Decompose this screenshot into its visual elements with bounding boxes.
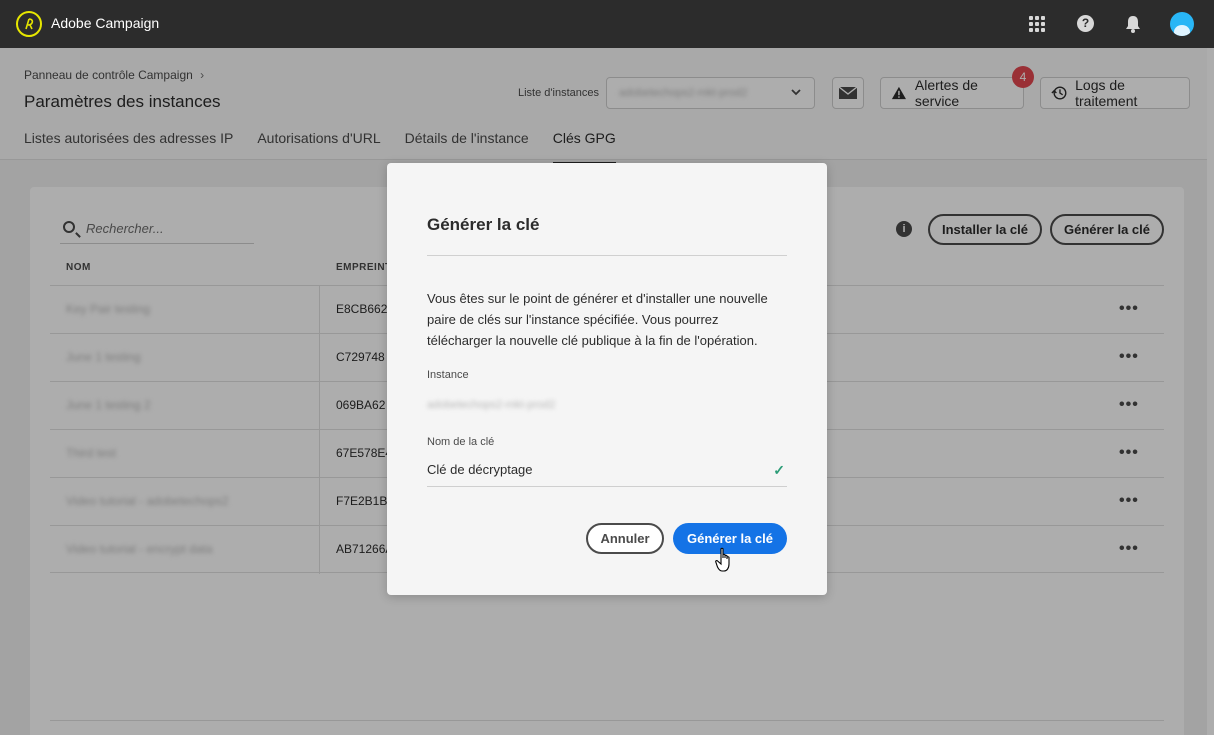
key-name-field-label: Nom de la clé <box>427 436 495 448</box>
apps-grid-icon[interactable] <box>1029 16 1045 32</box>
key-name-input-value: Clé de décryptage <box>427 462 533 477</box>
key-name-input[interactable]: Clé de décryptage ✓ <box>427 459 787 487</box>
top-bar: Adobe Campaign ? <box>0 0 1214 48</box>
avatar[interactable] <box>1170 12 1194 36</box>
adobe-campaign-logo-icon[interactable] <box>16 11 42 37</box>
dialog-title: Générer la clé <box>427 215 540 234</box>
instance-field-label: Instance <box>427 369 469 381</box>
dialog-divider <box>427 255 787 256</box>
generate-key-dialog: Générer la clé Vous êtes sur le point de… <box>387 163 827 595</box>
app-title[interactable]: Adobe Campaign <box>51 15 159 31</box>
dialog-description: Vous êtes sur le point de générer et d'i… <box>427 291 768 348</box>
instance-field-value: adobetechops2-mkt-prod2 <box>427 399 556 411</box>
checkmark-icon: ✓ <box>773 462 785 478</box>
hand-cursor-icon <box>715 547 735 578</box>
cancel-button[interactable]: Annuler <box>586 523 664 554</box>
bell-icon[interactable] <box>1124 14 1142 34</box>
help-icon[interactable]: ? <box>1077 15 1094 32</box>
